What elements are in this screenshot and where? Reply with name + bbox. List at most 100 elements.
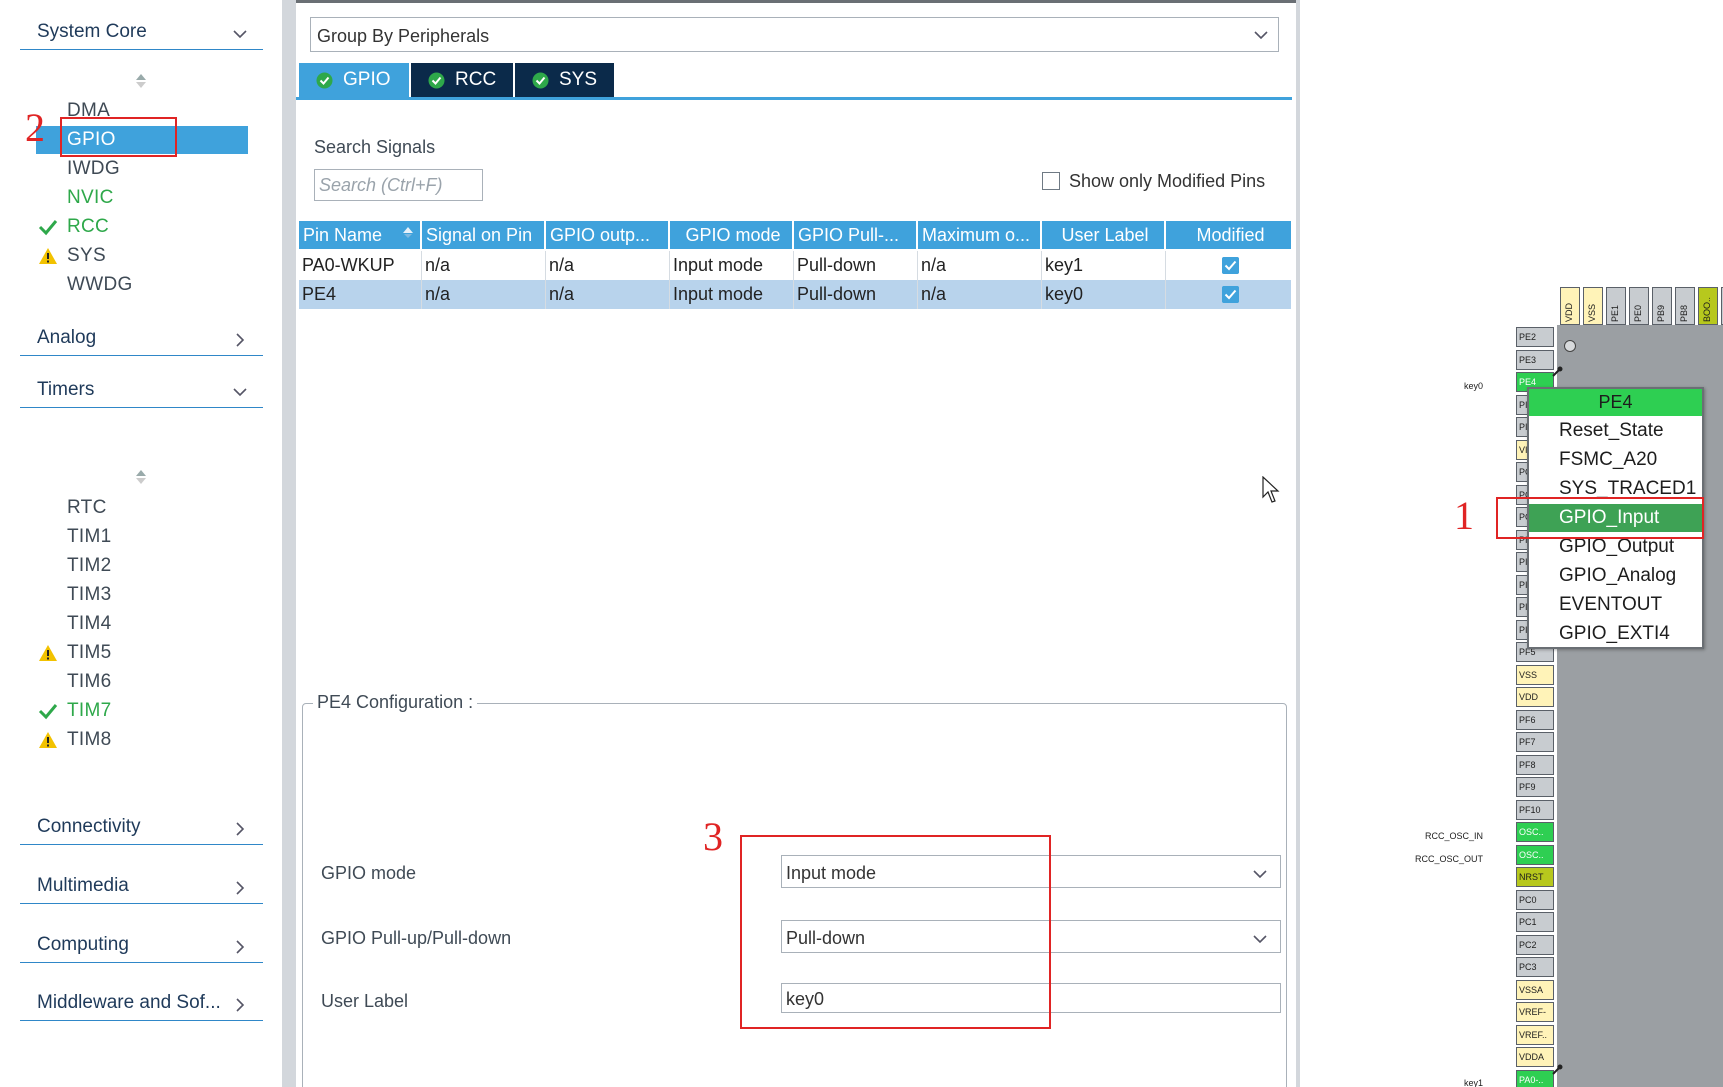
warning-icon — [39, 645, 57, 661]
sidebar-item-tim1[interactable]: TIM1 — [36, 523, 248, 551]
category-multimedia[interactable]: Multimedia — [20, 868, 263, 904]
chip-pin-left[interactable]: VDD — [1516, 687, 1554, 707]
chip-pin-left[interactable]: PF8 — [1516, 754, 1554, 775]
warning-icon — [39, 248, 57, 264]
chip-pin-left[interactable]: PF10 — [1516, 799, 1554, 820]
sidebar-item-label: WWDG — [67, 274, 133, 295]
sidebar-item-tim4[interactable]: TIM4 — [36, 610, 248, 638]
category-sidebar: System Core DMA GPIO IWDG NVIC RCC SYS WWDG An… — [0, 0, 282, 1087]
table-row[interactable]: PA0-WKUP n/a n/a Input mode Pull-down n/… — [299, 251, 1291, 280]
category-computing[interactable]: Computing — [20, 927, 263, 963]
sidebar-item-rtc[interactable]: RTC — [36, 494, 248, 522]
category-connectivity[interactable]: Connectivity — [20, 809, 263, 845]
category-analog-label: Analog — [37, 327, 97, 348]
chip-pin-top[interactable]: VDD — [1560, 287, 1580, 325]
sidebar-item-iwdg[interactable]: IWDG — [36, 155, 248, 183]
table-row-selected[interactable]: PE4 n/a n/a Input mode Pull-down n/a key… — [299, 280, 1291, 309]
sidebar-item-wwdg[interactable]: WWDG — [36, 271, 248, 299]
chip-pin-left[interactable]: PC3 — [1516, 957, 1554, 977]
sidebar-item-nvic[interactable]: NVIC — [36, 184, 248, 212]
chevron-right-icon — [236, 333, 245, 347]
sidebar-item-tim8[interactable]: TIM8 — [36, 726, 248, 754]
chip-pin-left[interactable]: NRST — [1516, 867, 1554, 887]
chip-pin-left[interactable]: PC2 — [1516, 934, 1554, 955]
chevron-right-icon — [236, 998, 245, 1012]
menu-item-gpio-analog[interactable]: GPIO_Analog — [1529, 562, 1702, 590]
chip-pin-left[interactable]: PE2 — [1516, 327, 1554, 347]
chip-pin-top[interactable]: PE0 — [1629, 287, 1649, 325]
col-maximum-output[interactable]: Maximum o... — [918, 221, 1042, 249]
tab-underline — [296, 97, 1292, 100]
warning-icon — [39, 732, 57, 748]
modified-checkbox-checked[interactable] — [1222, 286, 1239, 303]
col-user-label-label: User Label — [1061, 225, 1149, 245]
search-signals-input[interactable] — [314, 169, 483, 201]
chip-pin-left[interactable]: OSC.. — [1516, 844, 1554, 865]
chip-pin-left[interactable]: VSS — [1516, 664, 1554, 685]
chip-pin-left[interactable]: PF6 — [1516, 709, 1554, 730]
sidebar-item-tim2[interactable]: TIM2 — [36, 552, 248, 580]
pin-function-menu-title: PE4 — [1529, 389, 1702, 416]
cell-output: n/a — [546, 280, 670, 309]
chip-pin-top[interactable]: PE1 — [1606, 287, 1626, 325]
chip-pin-left[interactable]: PF9 — [1516, 777, 1554, 797]
show-modified-checkbox[interactable] — [1042, 172, 1060, 190]
scroll-up-arrows-icon[interactable] — [134, 72, 148, 92]
sidebar-item-label: RTC — [67, 497, 107, 518]
chevron-down-icon — [1254, 31, 1268, 40]
sidebar-item-rcc[interactable]: RCC — [36, 213, 248, 241]
search-signals-label: Search Signals — [314, 137, 436, 157]
chip-pin-left[interactable]: VSSA — [1516, 979, 1554, 1000]
group-by-value: Group By Peripherals — [317, 26, 490, 46]
menu-item-gpio-exti4[interactable]: GPIO_EXTI4 — [1529, 620, 1702, 648]
tab-rcc[interactable]: RCC — [411, 63, 513, 97]
chip-pin-top[interactable]: BOO.. — [1698, 287, 1718, 325]
sidebar-item-tim3[interactable]: TIM3 — [36, 581, 248, 609]
chip-pin-left[interactable]: VDDA — [1516, 1047, 1554, 1067]
sidebar-item-label: NVIC — [67, 187, 114, 208]
sidebar-item-tim7[interactable]: TIM7 — [36, 697, 248, 725]
chip-pin-left[interactable]: PE3 — [1516, 349, 1554, 370]
menu-item-eventout[interactable]: EVENTOUT — [1529, 591, 1702, 619]
col-modified[interactable]: Modified — [1166, 221, 1291, 249]
sort-ascending-icon — [403, 227, 413, 238]
menu-item-reset-state[interactable]: Reset_State — [1529, 417, 1702, 445]
cell-pin: PE4 — [299, 280, 422, 309]
menu-item-fsmc-a20[interactable]: FSMC_A20 — [1529, 446, 1702, 474]
tab-sys[interactable]: SYS — [515, 63, 614, 97]
chip-pin-left[interactable]: PA0-.. — [1516, 1069, 1554, 1087]
modified-checkbox-checked[interactable] — [1222, 257, 1239, 274]
sidebar-item-sys[interactable]: SYS — [36, 242, 248, 270]
tab-gpio[interactable]: GPIO — [299, 63, 409, 97]
sidebar-item-label: TIM8 — [67, 729, 112, 750]
chip-pin-left[interactable]: PC1 — [1516, 912, 1554, 932]
chip-pin-left[interactable]: VREF.. — [1516, 1024, 1554, 1045]
chip-pin-top[interactable]: PB8 — [1675, 287, 1695, 325]
sidebar-item-tim6[interactable]: TIM6 — [36, 668, 248, 696]
col-gpio-mode-label: GPIO mode — [685, 225, 781, 245]
scroll-up-arrows-icon[interactable] — [134, 468, 148, 488]
cell-max: n/a — [918, 251, 1042, 280]
group-by-select[interactable]: Group By Peripherals — [310, 17, 1279, 52]
category-middleware[interactable]: Middleware and Sof... — [20, 985, 263, 1021]
sidebar-item-label: IWDG — [67, 158, 120, 179]
splitter-left[interactable] — [282, 0, 296, 1087]
chip-pin-left[interactable]: OSC.. — [1516, 822, 1554, 842]
chip-pin-left[interactable]: VREF- — [1516, 1002, 1554, 1022]
chip-pin-left[interactable]: PC0 — [1516, 889, 1554, 910]
category-system-core[interactable]: System Core — [20, 14, 263, 50]
chip-pin-top[interactable]: PB9 — [1652, 287, 1672, 325]
pushpin-icon — [1552, 1064, 1563, 1075]
col-user-label[interactable]: User Label — [1042, 221, 1166, 249]
col-gpio-output[interactable]: GPIO outp... — [546, 221, 670, 249]
chip-pin-left[interactable]: PF7 — [1516, 732, 1554, 752]
col-gpio-mode[interactable]: GPIO mode — [670, 221, 794, 249]
sidebar-item-tim5[interactable]: TIM5 — [36, 639, 248, 667]
category-timers[interactable]: Timers — [20, 372, 263, 408]
category-computing-label: Computing — [37, 934, 129, 955]
category-timers-label: Timers — [37, 379, 95, 400]
col-gpio-pull[interactable]: GPIO Pull-... — [794, 221, 918, 249]
category-analog[interactable]: Analog — [20, 320, 263, 356]
chip-pin-top[interactable]: VSS — [1583, 287, 1603, 325]
col-signal-on-pin[interactable]: Signal on Pin — [422, 221, 546, 249]
